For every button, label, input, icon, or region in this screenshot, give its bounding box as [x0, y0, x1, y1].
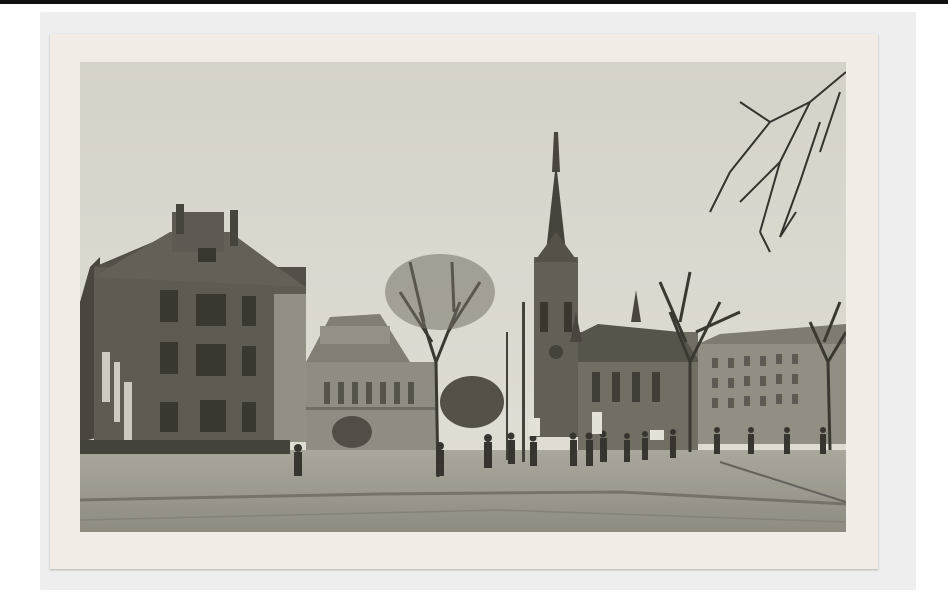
sepia-tint	[80, 62, 846, 532]
scan-top-edge	[0, 0, 948, 4]
postcard-photo	[80, 62, 846, 532]
street-scene	[80, 62, 846, 532]
